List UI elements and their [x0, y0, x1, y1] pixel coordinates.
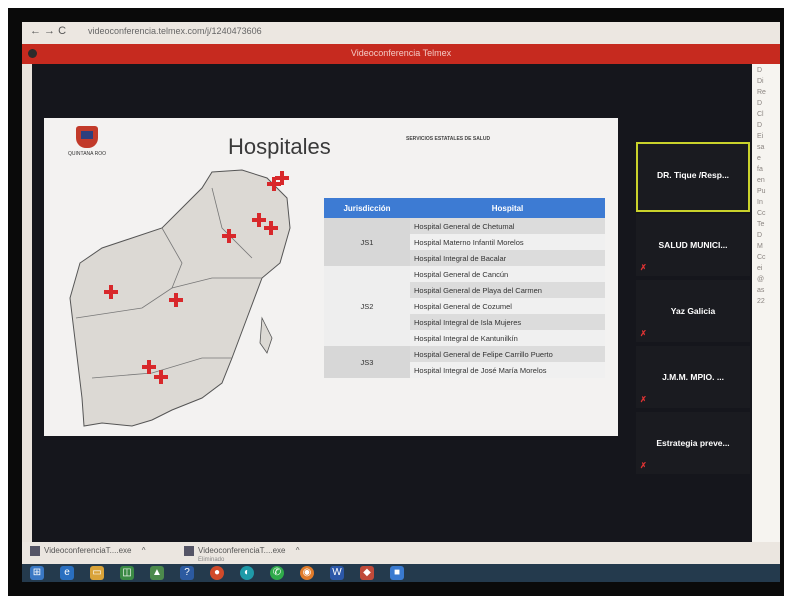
hospital-marker — [227, 229, 231, 243]
col-header-jurisdiccion: Jurisdicción — [324, 198, 410, 218]
edge-icon[interactable]: e — [60, 566, 74, 580]
participant-name: SALUD MUNICI... — [658, 240, 728, 250]
mic-muted-icon: ✗ — [640, 395, 647, 404]
download-name: VideoconferenciaT....exe — [44, 546, 132, 556]
hospital-marker — [147, 360, 151, 374]
slide-header-right: SERVICIOS ESTATALES DE SALUD — [406, 136, 491, 142]
window-title: Videoconferencia Telmex — [350, 48, 452, 58]
participant-tile[interactable]: SALUD MUNICI... ✗ — [636, 214, 750, 276]
hospital-table: Jurisdicción Hospital JS1 Hospital Gener… — [324, 198, 605, 378]
participant-name: Estrategia preve... — [656, 438, 730, 448]
download-item[interactable]: VideoconferenciaT....exe ^ — [30, 546, 145, 556]
file-explorer-icon[interactable]: ▭ — [90, 566, 104, 580]
participant-name: J.M.M. MPIO. ... — [662, 372, 724, 382]
taskbar: ⊞ e ▭ ◫ ▲ ? ● ◐ ✆ ◉ W ◆ ■ — [22, 564, 780, 582]
participant-tile[interactable]: Estrategia preve... ✗ — [636, 412, 750, 474]
word-icon[interactable]: W — [330, 566, 344, 580]
hospital-marker — [257, 213, 261, 227]
jurisdiccion-cell: JS3 — [324, 346, 410, 378]
shield-icon — [76, 126, 98, 148]
chevron-up-icon[interactable]: ^ — [296, 546, 300, 555]
hospital-marker — [159, 370, 163, 384]
table-row: JS3 Hospital General de Felipe Carrillo … — [324, 346, 605, 378]
mic-muted-icon: ✗ — [640, 461, 647, 470]
table-row: JS2 Hospital General de Cancún — [324, 266, 605, 346]
slide-title: Hospitales — [228, 134, 331, 159]
hospital-cell: Hospital Materno Infantil Morelos — [410, 234, 605, 250]
hospital-marker — [174, 293, 178, 307]
participant-name: Yaz Galicia — [670, 306, 716, 316]
screen: ← → C videoconferencia.telmex.com/j/1240… — [22, 22, 780, 582]
download-name: VideoconferenciaT....exe — [198, 546, 286, 556]
hospital-cell: Hospital General de Chetumal — [410, 218, 605, 234]
mic-muted-icon: ✗ — [640, 263, 647, 272]
logo-caption: QUINTANA ROO — [68, 151, 106, 157]
file-icon — [30, 546, 40, 556]
participant-tile-active[interactable]: DR. Tique /Resp... — [636, 142, 750, 212]
downloads-bar: VideoconferenciaT....exe ^ Videoconferen… — [22, 542, 780, 564]
download-item[interactable]: VideoconferenciaT....exe ^ Eliminado — [184, 546, 300, 563]
hospital-cell: Hospital General de Felipe Carrillo Puer… — [410, 346, 605, 362]
hospital-marker — [272, 177, 276, 191]
hospital-cell: Hospital Integral de Isla Mujeres — [410, 314, 605, 330]
jurisdiccion-cell: JS1 — [324, 218, 410, 266]
participant-tile[interactable]: Yaz Galicia ✗ — [636, 280, 750, 342]
store-icon[interactable]: ◫ — [120, 566, 134, 580]
camera-icon[interactable]: ■ — [390, 566, 404, 580]
browser-address-bar[interactable]: ← → C videoconferencia.telmex.com/j/1240… — [22, 22, 780, 44]
hospital-cell: Hospital Integral de Bacalar — [410, 250, 605, 266]
hospital-cell: Hospital Integral de Kantunilkín — [410, 330, 605, 346]
windows-icon[interactable]: ⊞ — [30, 566, 44, 580]
edge-chromium-icon[interactable]: ◐ — [240, 566, 254, 580]
firefox-icon[interactable]: ◉ — [300, 566, 314, 580]
hospital-cell: Hospital Integral de José María Morelos — [410, 362, 605, 378]
state-map — [69, 169, 291, 427]
chrome-icon[interactable]: ● — [210, 566, 224, 580]
app-title-bar: Videoconferencia Telmex — [22, 44, 780, 64]
chevron-up-icon[interactable]: ^ — [142, 546, 146, 555]
shared-slide: QUINTANA ROO Hospitales SERVICIOS ESTATA… — [44, 118, 618, 436]
hospital-marker — [109, 285, 113, 299]
hospital-marker — [269, 221, 273, 235]
hospital-cell: Hospital General de Playa del Carmen — [410, 282, 605, 298]
whatsapp-icon[interactable]: ✆ — [270, 566, 284, 580]
jurisdiccion-cell: JS2 — [324, 266, 410, 346]
media-icon[interactable]: ◆ — [360, 566, 374, 580]
mic-muted-icon: ✗ — [640, 329, 647, 338]
nav-arrows[interactable]: ← → C — [30, 25, 66, 37]
hospital-cell: Hospital General de Cozumel — [410, 298, 605, 314]
col-header-hospital: Hospital — [410, 198, 605, 218]
help-icon[interactable]: ? — [180, 566, 194, 580]
table-row: JS1 Hospital General de Chetumal — [324, 218, 605, 266]
url-text[interactable]: videoconferencia.telmex.com/j/1240473606 — [88, 26, 262, 36]
hospital-cell: Hospital General de Cancún — [410, 266, 605, 282]
download-status: Eliminado — [198, 557, 225, 563]
file-icon — [184, 546, 194, 556]
participant-tile[interactable]: J.M.M. MPIO. ... ✗ — [636, 346, 750, 408]
photos-icon[interactable]: ▲ — [150, 566, 164, 580]
quintana-roo-logo: QUINTANA ROO — [66, 126, 108, 166]
chat-panel[interactable]: D Di Re D Cl D Ei sa e fa en Pu In Cc Te D M Cc ei @ as 22 — [752, 64, 780, 542]
monitor-bezel: ← → C videoconferencia.telmex.com/j/1240… — [8, 8, 784, 596]
participant-name: DR. Tique /Resp... — [656, 170, 730, 180]
